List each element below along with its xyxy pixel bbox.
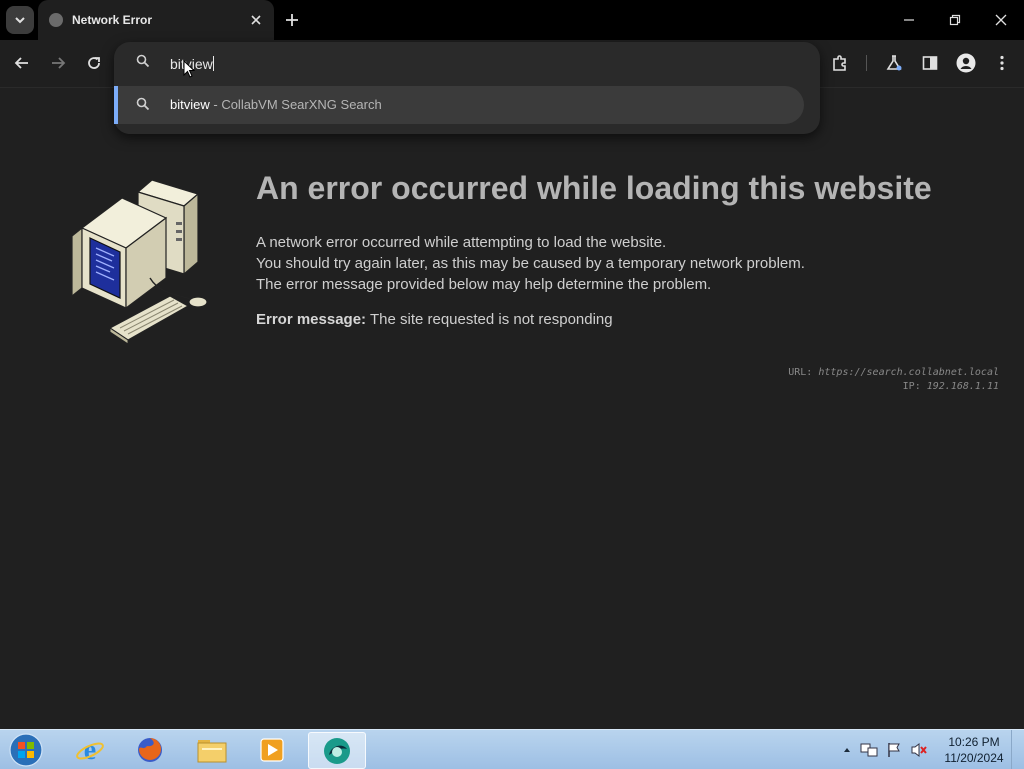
folder-icon [197,739,227,762]
forward-button[interactable] [44,49,72,77]
network-icon[interactable] [860,742,878,758]
suggestion-separator: - [209,97,222,112]
start-button[interactable] [6,732,46,768]
tab-network-error[interactable]: Network Error [38,0,274,40]
close-icon [251,15,261,25]
error-meta: URL: https://search.collabnet.local IP: … [788,366,999,394]
reload-icon [88,57,100,69]
arrow-left-icon [14,57,28,69]
error-description: A network error occurred while attemptin… [256,232,805,295]
puzzle-icon [833,55,846,71]
search-icon [136,54,150,68]
clock-time: 10:26 PM [948,735,1000,749]
computer-illustration [71,179,208,345]
flask-icon [886,55,902,71]
taskbar-firefox[interactable] [122,732,178,767]
description-line: A network error occurred while attemptin… [256,234,667,251]
show-desktop-button[interactable] [1011,730,1024,769]
tab-title: Network Error [72,13,153,27]
clock-date: 11/20/2024 [944,751,1004,765]
description-line: You should try again later, as this may … [256,255,805,272]
restore-button[interactable] [932,0,978,40]
error-message: Error message: The site requested is not… [256,311,613,328]
side-panel-button[interactable] [916,49,944,77]
tab-search-button[interactable] [6,6,34,34]
suggestion-selected-indicator [114,86,118,124]
tab-close-button[interactable] [246,10,266,30]
url-line: URL: https://search.collabnet.local [788,366,999,380]
avatar-icon [956,53,976,73]
reload-button[interactable] [80,49,108,77]
ip-value: 192.168.1.11 [926,381,999,392]
menu-button[interactable] [988,49,1016,77]
more-vert-icon [1000,55,1004,71]
close-window-button[interactable] [978,0,1024,40]
suggestion-query: bitview [170,97,210,112]
back-button[interactable] [8,49,36,77]
extensions-button[interactable] [826,49,854,77]
minimize-button[interactable] [886,0,932,40]
browser-icon [324,737,350,764]
close-icon [995,14,1007,26]
tray-expand-icon[interactable] [842,745,852,755]
taskbar-browser-active[interactable] [308,732,366,769]
new-tab-button[interactable] [280,8,304,32]
taskbar: e 10:26 PM 11/20/2024 [0,729,1024,769]
action-center-flag-icon[interactable] [886,742,902,758]
taskbar-file-explorer[interactable] [184,732,240,767]
error-message-label: Error message: [256,311,367,328]
description-line: The error message provided below may hel… [256,276,712,293]
arrow-right-icon [52,57,66,69]
chevron-down-icon [15,17,25,24]
address-bar[interactable]: bitview [114,42,820,84]
omnibox-popup: bitview bitview - CollabVM SearXNG Searc… [114,42,820,134]
internet-explorer-icon: e [76,735,104,765]
globe-icon [49,13,63,27]
error-message-value: The site requested is not responding [369,311,613,328]
taskbar-media-player[interactable] [244,732,300,767]
tab-strip: Network Error [0,0,1024,40]
taskbar-internet-explorer[interactable]: e [62,732,118,767]
toolbar-divider [866,55,867,71]
search-icon [136,97,150,111]
text-caret [212,56,214,71]
error-headline: An error occurred while loading this web… [256,170,932,206]
firefox-icon [138,737,162,762]
url-value: https://search.collabnet.local [818,367,999,378]
volume-muted-icon[interactable] [910,742,928,758]
suggestion-text: bitview - CollabVM SearXNG Search [170,97,382,112]
url-label: URL: [788,367,813,378]
taskbar-clock[interactable]: 10:26 PM 11/20/2024 [936,734,1012,766]
plus-icon [286,14,298,26]
media-player-icon [260,737,284,762]
omnibox-suggestion[interactable]: bitview - CollabVM SearXNG Search [114,86,804,124]
profile-button[interactable] [952,49,980,77]
suggestion-provider: CollabVM SearXNG Search [221,97,382,112]
restore-icon [949,14,961,26]
labs-button[interactable] [880,49,908,77]
minimize-icon [904,19,914,21]
windows-logo-icon [9,733,43,767]
mouse-cursor-icon [183,60,195,78]
side-panel-icon [922,56,938,70]
system-tray [842,736,928,764]
svg-text:e: e [84,735,96,765]
ip-line: IP: 192.168.1.11 [788,380,999,394]
ip-label: IP: [902,381,921,392]
